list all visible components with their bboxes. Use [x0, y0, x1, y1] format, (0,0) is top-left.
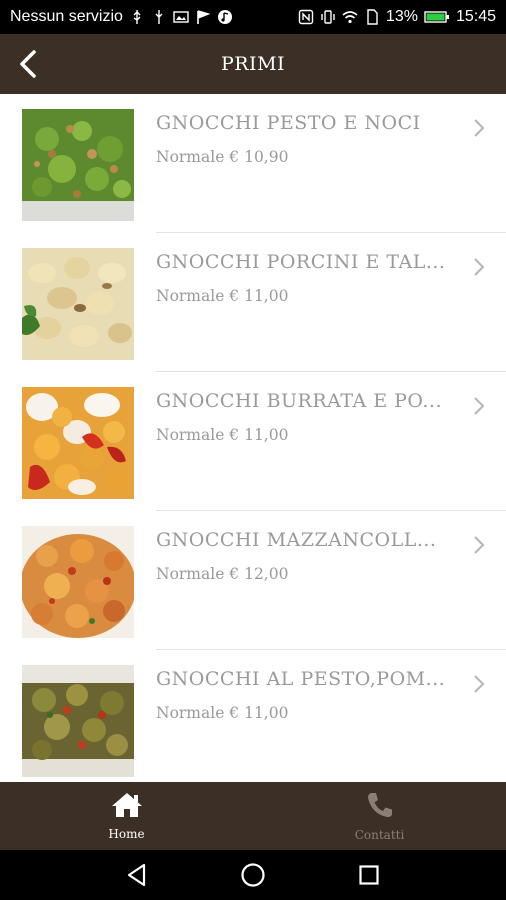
- menu-list: GNOCCHI PESTO E NOCI Normale € 10,90 GNO…: [0, 94, 506, 782]
- dish-image: [22, 109, 134, 221]
- page-title: PRIMI: [220, 53, 286, 75]
- nav-home-label: Home: [108, 827, 145, 841]
- usb-debug-icon: [151, 9, 167, 25]
- chevron-right-icon: [474, 258, 485, 276]
- dish-image: [22, 248, 134, 360]
- music-icon: [217, 9, 233, 25]
- dish-name: GNOCCHI MAZZANCOLL...: [156, 529, 437, 551]
- nav-contatti-label: Contatti: [354, 828, 405, 842]
- sim-icon: [364, 9, 380, 25]
- chevron-right-icon: [474, 397, 485, 415]
- vibrate-icon: [320, 9, 336, 25]
- dish-price: Normale € 12,00: [156, 565, 289, 583]
- usb-icon: [129, 9, 145, 25]
- square-recents-icon: [359, 865, 379, 885]
- battery-percent: 13%: [385, 8, 418, 25]
- dish-price: Normale € 11,00: [156, 704, 289, 722]
- dish-image: [22, 526, 134, 638]
- dish-price: Normale € 11,00: [156, 426, 289, 444]
- clock: 15:45: [455, 8, 496, 25]
- dish-image: [22, 387, 134, 499]
- dish-name: GNOCCHI PESTO E NOCI: [156, 112, 421, 134]
- chevron-right-icon: [474, 119, 485, 137]
- carrier-label: Nessun servizio: [10, 8, 123, 25]
- dish-price: Normale € 10,90: [156, 148, 289, 166]
- dish-price: Normale € 11,00: [156, 287, 289, 305]
- status-right: 13% 15:45: [298, 8, 496, 26]
- circle-home-icon: [241, 863, 265, 887]
- back-button[interactable]: [6, 42, 50, 86]
- dish-name: GNOCCHI BURRATA E PO...: [156, 390, 443, 412]
- system-back-button[interactable]: [123, 861, 151, 889]
- system-recents-button[interactable]: [355, 861, 383, 889]
- flag-icon: [195, 9, 211, 25]
- list-item[interactable]: GNOCCHI MAZZANCOLL... Normale € 12,00: [0, 511, 506, 650]
- phone-icon: [367, 793, 392, 818]
- list-item[interactable]: GNOCCHI BURRATA E PO... Normale € 11,00: [0, 372, 506, 511]
- home-icon: [111, 793, 142, 817]
- gallery-icon: [173, 9, 189, 25]
- triangle-back-icon: [127, 863, 146, 887]
- chevron-right-icon: [474, 536, 485, 554]
- list-item[interactable]: GNOCCHI AL PESTO,POM... Normale € 11,00: [0, 650, 506, 782]
- wifi-icon: [342, 9, 358, 25]
- system-home-button[interactable]: [239, 861, 267, 889]
- app-header: PRIMI: [0, 34, 506, 94]
- bottom-nav: Home Contatti: [0, 782, 506, 850]
- status-left: Nessun servizio: [10, 8, 298, 26]
- nav-home[interactable]: Home: [0, 782, 253, 850]
- list-item[interactable]: GNOCCHI PORCINI E TAL... Normale € 11,00: [0, 233, 506, 372]
- status-bar: Nessun servizio 13% 15:45: [0, 0, 506, 34]
- list-item[interactable]: GNOCCHI PESTO E NOCI Normale € 10,90: [0, 94, 506, 233]
- dish-name: GNOCCHI AL PESTO,POM...: [156, 668, 446, 690]
- nav-contatti[interactable]: Contatti: [253, 782, 506, 850]
- nfc-icon: [298, 9, 314, 25]
- dish-image: [22, 665, 134, 777]
- dish-name: GNOCCHI PORCINI E TAL...: [156, 251, 446, 273]
- system-nav-bar: [0, 850, 506, 900]
- chevron-left-icon: [20, 50, 36, 78]
- chevron-right-icon: [474, 675, 485, 693]
- battery-icon: [424, 9, 450, 25]
